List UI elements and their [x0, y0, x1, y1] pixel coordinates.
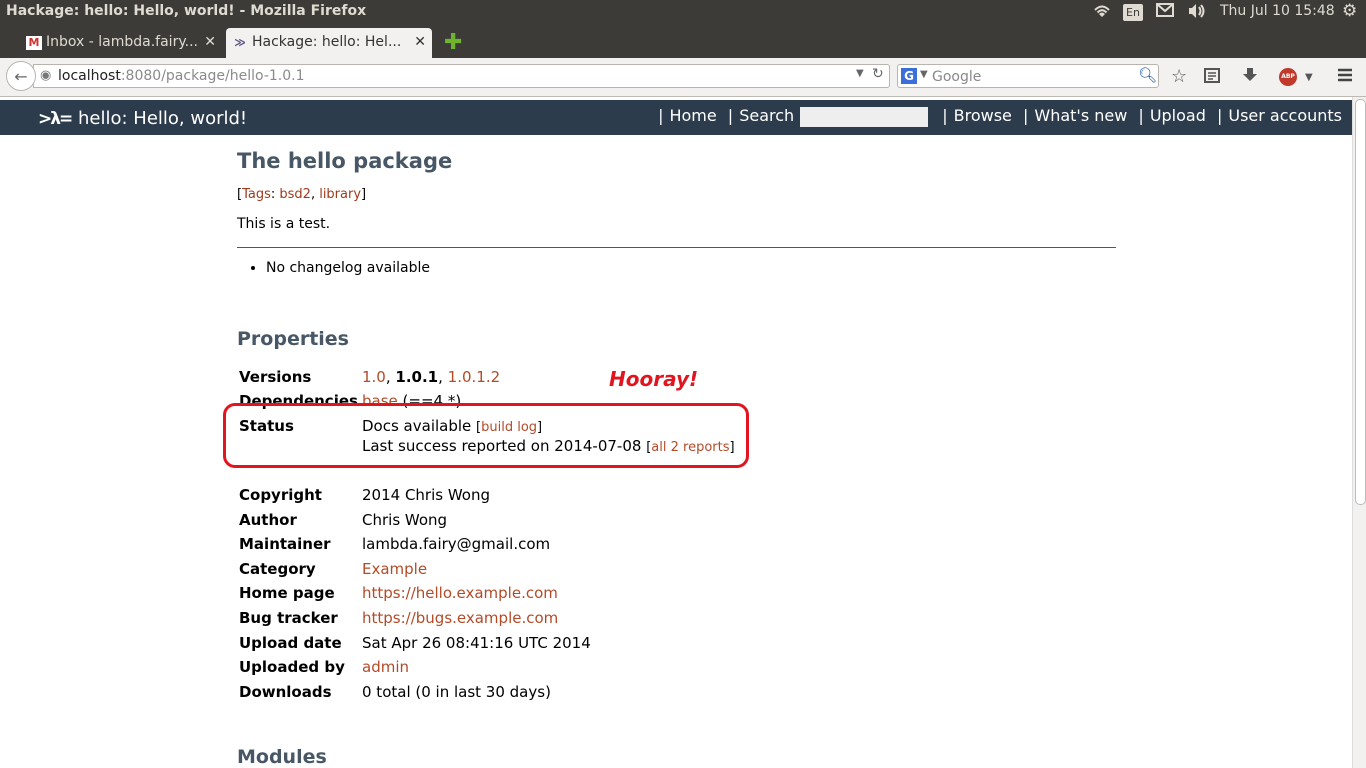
history-dropdown-icon[interactable]: ▼ [856, 68, 864, 79]
nav-upload[interactable]: Upload [1150, 106, 1206, 125]
page-viewport: >λ= hello: Hello, world! | Home | Search |… [0, 97, 1352, 768]
os-top-bar: Hackage: hello: Hello, world! - Mozilla … [0, 0, 1366, 24]
google-icon[interactable]: G [901, 68, 917, 84]
adblock-dropdown-icon[interactable]: ▼ [1305, 72, 1313, 83]
volume-icon[interactable] [1187, 3, 1207, 23]
copyright-value: 2014 Chris Wong [362, 486, 490, 504]
gear-icon[interactable]: ⚙ [1342, 1, 1357, 21]
site-title[interactable]: hello: Hello, world! [78, 108, 247, 129]
adblock-icon[interactable]: ABP [1279, 68, 1297, 86]
uploader-link[interactable]: admin [362, 658, 409, 676]
url-bar[interactable]: ◉ localhost:8080/package/hello-1.0.1 ▼ ↻ [33, 64, 890, 88]
nav-browse[interactable]: Browse [954, 106, 1012, 125]
annotation-text: Hooray! [609, 367, 699, 391]
tags-link[interactable]: Tags [242, 187, 271, 202]
top-nav: | Home | Search | Browse | What's new | Uploa… [658, 106, 1342, 127]
nav-whats-new[interactable]: What's new [1034, 106, 1127, 125]
homepage-label: Home page [239, 584, 335, 602]
haskell-logo-icon[interactable]: >λ= [38, 109, 73, 129]
category-label: Category [239, 560, 316, 578]
close-icon[interactable]: ✕ [414, 34, 426, 50]
reload-icon[interactable]: ↻ [872, 66, 884, 82]
back-button[interactable]: ← [6, 61, 36, 91]
downloads-value: 0 total (0 in last 30 days) [362, 683, 551, 701]
upload-date-label: Upload date [239, 634, 342, 652]
nav-home[interactable]: Home [669, 106, 716, 125]
tab-inbox[interactable]: M Inbox - lambda.fairy... ✕ [20, 28, 222, 58]
downloads-icon[interactable] [1241, 66, 1259, 89]
new-tab-icon[interactable]: ✚ [444, 30, 462, 55]
nav-search-label: Search [739, 106, 795, 125]
versions-label: Versions [239, 368, 312, 386]
copyright-label: Copyright [239, 486, 322, 504]
mail-icon[interactable] [1156, 3, 1174, 21]
modules-heading: Modules [237, 746, 327, 768]
maintainer-value: lambda.fairy@gmail.com [362, 535, 551, 553]
page-scrollbar[interactable] [1352, 97, 1366, 768]
tab-hackage[interactable]: ≫ Hackage: hello: Hel... ✕ [226, 28, 432, 58]
homepage-link[interactable]: https://hello.example.com [362, 584, 558, 602]
clock[interactable]: Thu Jul 10 15:48 [1220, 3, 1335, 19]
close-icon[interactable]: ✕ [204, 34, 216, 50]
author-label: Author [239, 511, 297, 529]
nav-user-accounts[interactable]: User accounts [1228, 106, 1342, 125]
hackage-icon: ≫ [234, 36, 246, 49]
page-title: The hello package [237, 149, 453, 173]
version-link[interactable]: 1.0.1.2 [448, 368, 500, 386]
window-title: Hackage: hello: Hello, world! - Mozilla … [6, 3, 367, 19]
bookmarks-list-icon[interactable] [1203, 66, 1221, 89]
tab-strip: M Inbox - lambda.fairy... ✕ ≫ Hackage: h… [0, 24, 1366, 58]
globe-icon[interactable]: ◉ [40, 68, 51, 83]
author-value: Chris Wong [362, 511, 448, 529]
scrollbar-thumb[interactable] [1355, 99, 1366, 505]
package-description: This is a test. [237, 216, 331, 232]
gmail-icon: M [26, 36, 42, 50]
annotation-highlight-box [223, 403, 749, 468]
site-search-input[interactable] [800, 106, 929, 127]
maintainer-label: Maintainer [239, 535, 331, 553]
navigation-toolbar: ◉ localhost:8080/package/hello-1.0.1 ▼ ↻… [0, 58, 1366, 97]
uploaded-by-label: Uploaded by [239, 658, 345, 676]
search-icon[interactable]: 🔍︎ [1138, 66, 1157, 84]
upload-date-value: Sat Apr 26 08:41:16 UTC 2014 [362, 634, 591, 652]
bugtracker-link[interactable]: https://bugs.example.com [362, 609, 558, 627]
changelog-item: No changelog available [266, 260, 1117, 276]
category-link[interactable]: Example [362, 560, 427, 578]
tags-line: [Tags: bsd2, library] [237, 187, 367, 202]
tag-bsd2[interactable]: bsd2 [279, 187, 311, 202]
search-input[interactable] [930, 67, 1134, 87]
current-version: 1.0.1 [395, 368, 439, 386]
package-content: The hello package [Tags: bsd2, library] … [237, 149, 1117, 276]
bookmark-star-icon[interactable]: ☆ [1171, 66, 1187, 87]
downloads-label: Downloads [239, 683, 332, 701]
url-text[interactable]: localhost:8080/package/hello-1.0.1 [58, 68, 305, 84]
divider [237, 247, 1116, 248]
site-header: >λ= hello: Hello, world! | Home | Search |… [0, 100, 1352, 135]
version-link[interactable]: 1.0 [362, 368, 386, 386]
changelog-list: No changelog available [237, 260, 1117, 276]
engine-dropdown-icon[interactable]: ▼ [920, 69, 928, 80]
bugtracker-label: Bug tracker [239, 609, 338, 627]
search-bar[interactable]: G ▼ 🔍︎ [897, 64, 1159, 88]
tab-label: Inbox - lambda.fairy... [46, 34, 198, 50]
wifi-icon[interactable] [1092, 3, 1112, 23]
tab-label: Hackage: hello: Hel... [252, 34, 402, 50]
tag-library[interactable]: library [319, 187, 361, 202]
back-arrow-icon: ← [14, 67, 28, 86]
menu-icon[interactable] [1336, 66, 1354, 89]
properties-heading: Properties [237, 328, 349, 350]
keyboard-layout-indicator[interactable]: En [1123, 4, 1143, 21]
